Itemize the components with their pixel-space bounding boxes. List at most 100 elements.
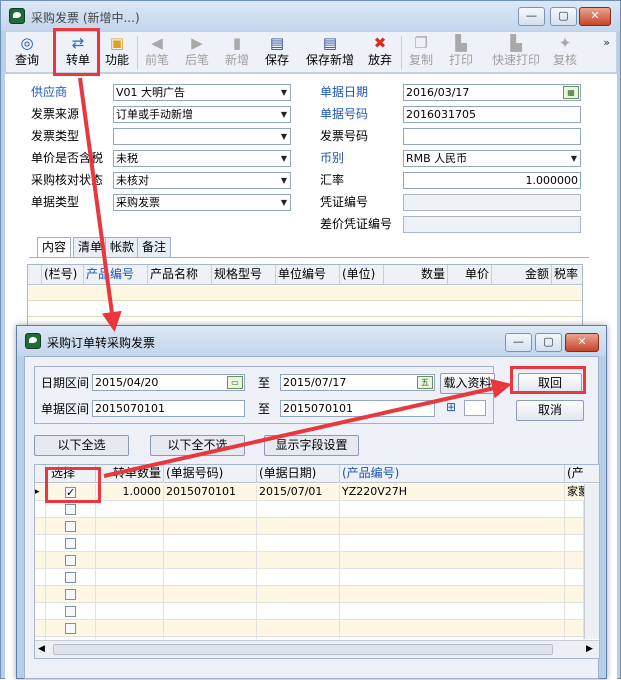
row-cell bbox=[257, 501, 340, 517]
table-row[interactable] bbox=[35, 569, 584, 586]
row-select-cell bbox=[46, 535, 96, 551]
review-button[interactable]: ✦ 复核 bbox=[550, 33, 580, 71]
table-row[interactable] bbox=[35, 535, 584, 552]
cancel-button[interactable]: 取消 bbox=[516, 400, 584, 421]
hscroll-thumb[interactable] bbox=[53, 644, 553, 655]
row-checkbox[interactable] bbox=[65, 504, 76, 515]
row-select-cell bbox=[46, 603, 96, 619]
row-cell bbox=[257, 518, 340, 534]
currency-select[interactable]: RMB 人民币 bbox=[403, 150, 581, 167]
order-grid-vscrollbar[interactable] bbox=[584, 484, 599, 639]
copy-icon: ❐ bbox=[414, 34, 428, 52]
invoice-type-select[interactable] bbox=[113, 128, 291, 145]
doc-no-input[interactable]: 2016031705 bbox=[403, 106, 581, 123]
toolbar-overflow-icon[interactable]: » bbox=[603, 34, 610, 52]
minimize-icon[interactable]: — bbox=[518, 7, 545, 26]
select-all-button[interactable]: 以下全选 bbox=[34, 435, 129, 456]
invoice-source-select[interactable]: 订单或手动新增 bbox=[113, 106, 291, 123]
verify-status-select[interactable]: 未核对 bbox=[113, 172, 291, 189]
dialog-titlebar: 采购订单转采购发票 — ▢ ✕ bbox=[17, 326, 606, 356]
lookup-icon[interactable] bbox=[464, 400, 486, 416]
quick-print-button[interactable]: ▙ 快速打印 bbox=[488, 33, 544, 71]
doc-type-select[interactable]: 采购发票 bbox=[113, 194, 291, 211]
tab-content[interactable]: 内容 bbox=[37, 237, 72, 258]
rate-input[interactable]: 1.000000 bbox=[403, 172, 581, 189]
row-cell bbox=[96, 501, 164, 517]
table-row[interactable] bbox=[35, 603, 584, 620]
calendar-icon[interactable]: ▦ bbox=[563, 86, 579, 99]
dialog-minimize-icon[interactable]: — bbox=[505, 333, 532, 352]
table-row[interactable] bbox=[35, 620, 584, 637]
row-cell bbox=[257, 620, 340, 636]
date-to-value: 2015/07/17 bbox=[283, 376, 347, 389]
query-button[interactable]: ◎ 查询 bbox=[12, 33, 42, 71]
detail-grid-row[interactable] bbox=[28, 286, 582, 301]
maximize-icon[interactable]: ▢ bbox=[550, 7, 577, 26]
col-quantity: 数量 bbox=[384, 265, 448, 285]
col-price: 单价 bbox=[448, 265, 492, 285]
row-cell bbox=[565, 518, 584, 534]
binoculars-icon[interactable]: ⊞ bbox=[446, 400, 460, 416]
scroll-right-icon[interactable]: ▶ bbox=[586, 644, 593, 654]
field-settings-button[interactable]: 显示字段设置 bbox=[264, 435, 359, 456]
date-from-calendar-icon[interactable]: ▭ bbox=[227, 376, 243, 389]
tab-notes[interactable]: 备注 bbox=[137, 237, 172, 257]
table-row[interactable] bbox=[35, 518, 584, 535]
col-amount: 金额 bbox=[492, 265, 552, 285]
row-checkbox[interactable] bbox=[65, 589, 76, 600]
tax-included-select[interactable]: 未税 bbox=[113, 150, 291, 167]
invoice-no-input[interactable] bbox=[403, 128, 581, 145]
discard-label: 放弃 bbox=[367, 53, 392, 67]
table-row[interactable] bbox=[35, 501, 584, 518]
col-unit-no: 单位编号 bbox=[276, 265, 340, 285]
date-from-input[interactable]: 2015/04/20 ▭ bbox=[92, 374, 245, 391]
row-cell bbox=[565, 535, 584, 551]
table-row[interactable] bbox=[35, 552, 584, 569]
table-row[interactable] bbox=[35, 586, 584, 603]
row-checkbox[interactable] bbox=[65, 572, 76, 583]
discard-button[interactable]: ✖ 放弃 bbox=[364, 33, 396, 71]
save-icon: ▤ bbox=[269, 34, 285, 52]
dialog-close-icon[interactable]: ✕ bbox=[565, 333, 599, 352]
dialog-maximize-icon[interactable]: ▢ bbox=[535, 333, 562, 352]
row-cell bbox=[35, 620, 46, 636]
save-new-button[interactable]: ▤ 保存新增 bbox=[302, 33, 358, 71]
row-checkbox[interactable] bbox=[65, 555, 76, 566]
detail-grid-row[interactable] bbox=[28, 302, 582, 317]
row-checkbox[interactable] bbox=[65, 538, 76, 549]
row-cell bbox=[164, 569, 257, 585]
new-button[interactable]: ▮ 新增 bbox=[222, 33, 252, 71]
quick-print-icon: ▙ bbox=[510, 34, 522, 52]
table-row[interactable] bbox=[35, 637, 584, 639]
highlight-select-cell bbox=[45, 467, 101, 503]
doc-to-input[interactable]: 2015070101 bbox=[280, 400, 435, 417]
date-from-value: 2015/04/20 bbox=[95, 376, 159, 389]
select-none-button[interactable]: 以下全不选 bbox=[150, 435, 245, 456]
tab-accounts[interactable]: 帐款 bbox=[105, 237, 140, 257]
row-indicator-header bbox=[28, 265, 42, 285]
scroll-left-icon[interactable]: ◀ bbox=[38, 644, 45, 654]
row-checkbox[interactable] bbox=[65, 623, 76, 634]
save-button[interactable]: ▤ 保存 bbox=[262, 33, 292, 71]
table-row[interactable]: ▸ 1.0000 2015070101 2015/07/01 YZ220V27H… bbox=[35, 484, 584, 501]
close-icon[interactable]: ✕ bbox=[579, 7, 611, 26]
date-to-calendar-icon[interactable]: 五 bbox=[417, 376, 433, 389]
function-icon: ▣ bbox=[109, 34, 125, 52]
row-cell bbox=[35, 552, 46, 568]
main-titlebar: 采购发票 (新增中...) — ▢ ✕ bbox=[1, 1, 620, 31]
load-data-button[interactable]: 载入资料 bbox=[440, 373, 495, 394]
copy-button[interactable]: ❐ 复制 bbox=[406, 33, 436, 71]
doc-from-input[interactable]: 2015070101 bbox=[92, 400, 245, 417]
prev-button[interactable]: ◀ 前笔 bbox=[142, 33, 172, 71]
supplier-select[interactable]: V01 大明广告 bbox=[113, 84, 291, 101]
doc-date-input[interactable]: 2016/03/17 ▦ bbox=[403, 84, 581, 101]
next-button[interactable]: ▶ 后笔 bbox=[182, 33, 212, 71]
date-to-input[interactable]: 2015/07/17 五 bbox=[280, 374, 435, 391]
row-transfer-qty[interactable]: 1.0000 bbox=[96, 484, 164, 500]
print-button[interactable]: ▙ 打印 bbox=[446, 33, 476, 71]
row-checkbox[interactable] bbox=[65, 606, 76, 617]
tab-list[interactable]: 清单 bbox=[73, 237, 108, 257]
row-checkbox[interactable] bbox=[65, 521, 76, 532]
order-grid-hscrollbar[interactable]: ◀ ▶ bbox=[35, 640, 599, 658]
function-button[interactable]: ▣ 功能 bbox=[102, 33, 132, 71]
